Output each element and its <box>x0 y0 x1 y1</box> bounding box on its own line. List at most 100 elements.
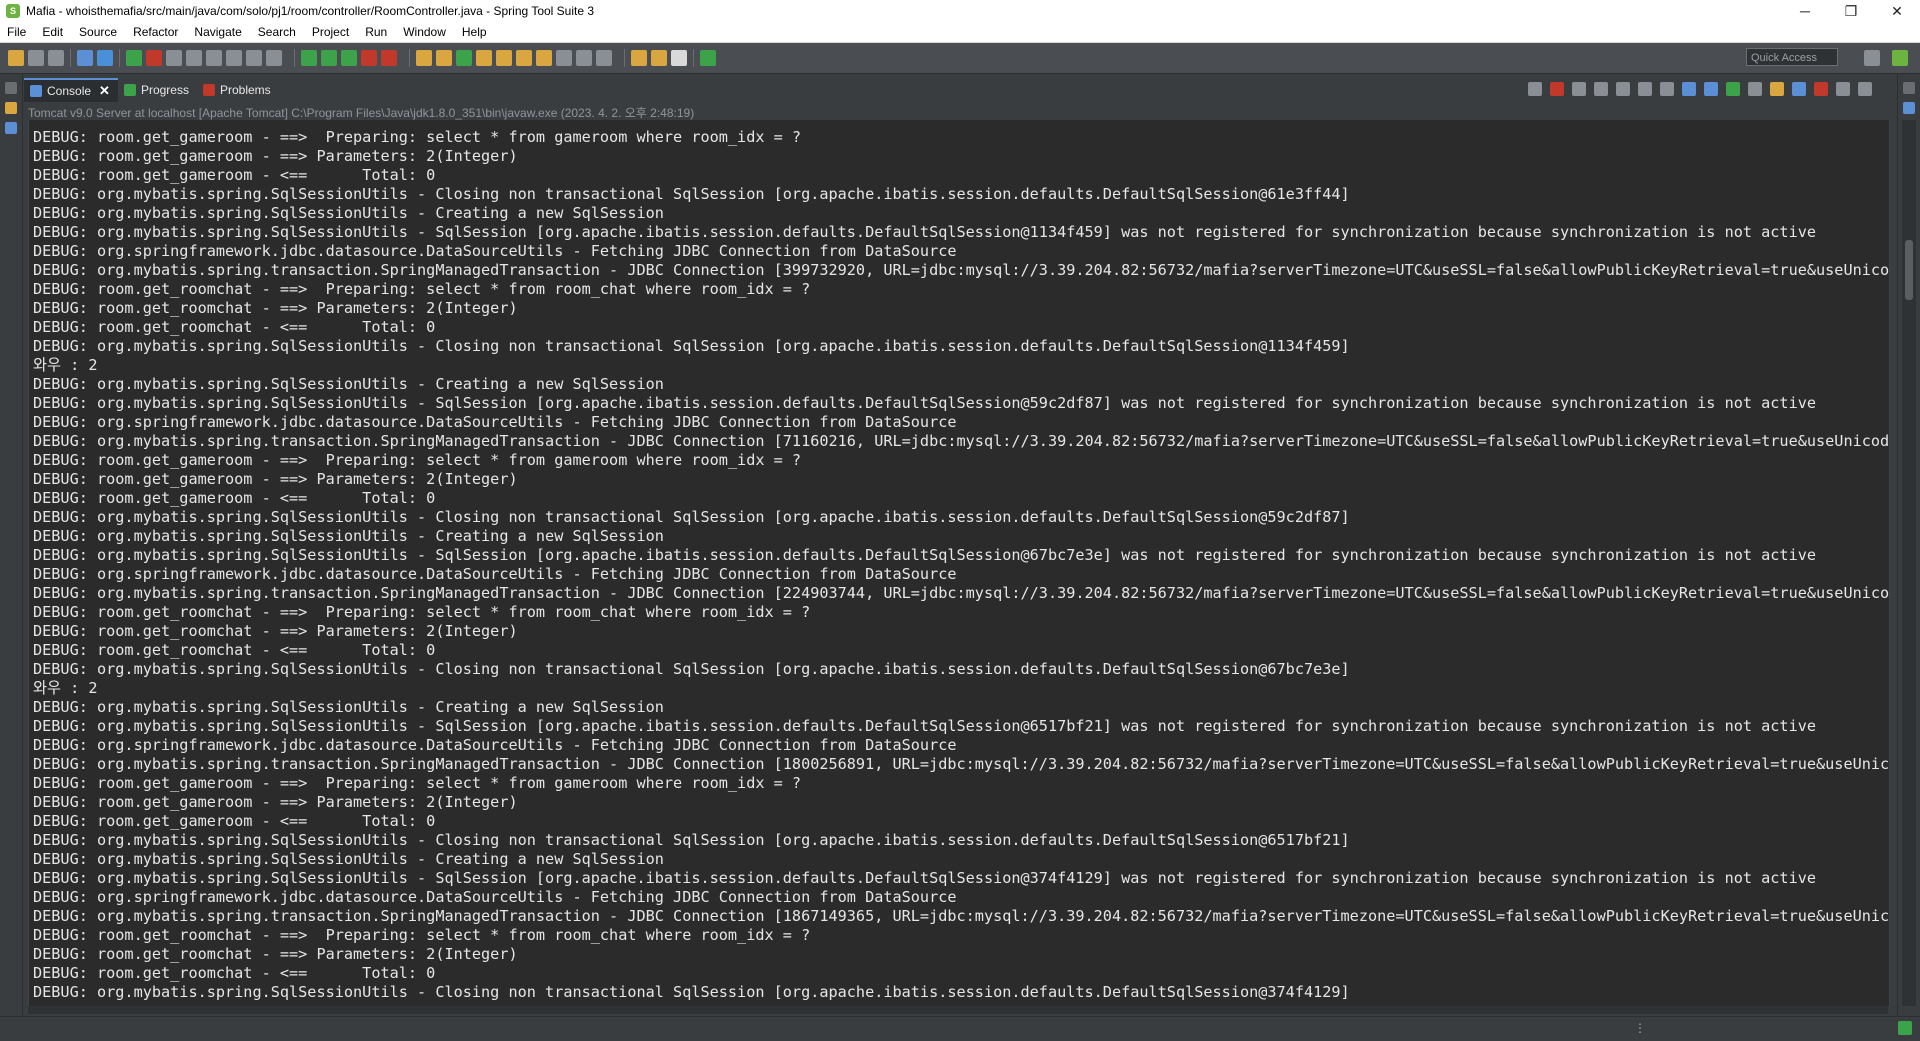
close-icon[interactable]: ✕ <box>99 83 110 99</box>
external-tools-icon[interactable] <box>361 50 377 66</box>
console-output[interactable]: DEBUG: room.get_gameroom - ==> Preparing… <box>28 120 1890 1006</box>
maximize-button[interactable]: ❐ <box>1828 0 1874 22</box>
stop-icon[interactable] <box>1814 82 1828 96</box>
open-type-icon[interactable] <box>476 50 492 66</box>
pin-editor-icon[interactable] <box>700 50 716 66</box>
debug-icon[interactable] <box>301 50 317 66</box>
last-edit-icon[interactable] <box>631 50 647 66</box>
restore-icon[interactable] <box>1903 82 1915 94</box>
new-class-icon[interactable] <box>456 50 472 66</box>
console-line: DEBUG: org.mybatis.spring.transaction.Sp… <box>33 907 1890 925</box>
restore-icon[interactable] <box>5 82 17 94</box>
tab-label: Console <box>47 84 92 98</box>
open-console-icon[interactable] <box>1770 82 1784 96</box>
maximize-view-icon[interactable] <box>1858 82 1872 96</box>
mark-occurrences-icon[interactable] <box>186 50 202 66</box>
open-task-icon[interactable] <box>496 50 512 66</box>
new-java-project-icon[interactable] <box>416 50 432 66</box>
console-line: DEBUG: org.mybatis.spring.SqlSessionUtil… <box>33 204 664 222</box>
open-console-icon[interactable] <box>77 50 93 66</box>
outline-icon[interactable] <box>1903 102 1915 114</box>
tab-console[interactable]: Console ✕ <box>24 78 118 102</box>
menu-run[interactable]: Run <box>357 25 395 39</box>
minimize-view-icon[interactable] <box>1836 82 1850 96</box>
word-wrap-icon[interactable] <box>226 50 242 66</box>
show-stdout-icon[interactable] <box>1682 82 1696 96</box>
console-line: DEBUG: room.get_gameroom - ==> Preparing… <box>33 128 802 146</box>
minimize-button[interactable]: ─ <box>1782 0 1828 22</box>
tab-progress[interactable]: Progress <box>118 79 197 101</box>
back-icon[interactable] <box>651 50 667 66</box>
spring-perspective-icon[interactable] <box>1892 50 1908 66</box>
show-stderr-icon[interactable] <box>1704 82 1718 96</box>
stop-icon[interactable] <box>381 50 397 66</box>
pin-console-icon[interactable] <box>1726 82 1740 96</box>
save-all-icon[interactable] <box>48 50 64 66</box>
new-icon[interactable] <box>8 50 24 66</box>
quick-access-input[interactable]: Quick Access <box>1746 48 1838 66</box>
menu-help[interactable]: Help <box>454 25 495 39</box>
toolbar-separator <box>409 49 410 67</box>
menu-edit[interactable]: Edit <box>34 25 71 39</box>
menu-navigate[interactable]: Navigate <box>186 25 249 39</box>
show-whitespace-icon[interactable] <box>246 50 262 66</box>
remove-launch-icon[interactable] <box>1572 82 1586 96</box>
console-line: DEBUG: org.mybatis.spring.SqlSessionUtil… <box>33 546 1817 564</box>
new-package-icon[interactable] <box>436 50 452 66</box>
skip-breakpoints-icon[interactable] <box>97 50 113 66</box>
menu-search[interactable]: Search <box>250 25 304 39</box>
prev-annotation-icon[interactable] <box>596 50 612 66</box>
console-line: DEBUG: room.get_gameroom - ==> Preparing… <box>33 451 802 469</box>
console-line: DEBUG: room.get_roomchat - ==> Parameter… <box>33 945 518 963</box>
console-line: DEBUG: org.mybatis.spring.SqlSessionUtil… <box>33 983 1350 1001</box>
console-line: DEBUG: org.mybatis.spring.SqlSessionUtil… <box>33 850 664 868</box>
console-line: DEBUG: org.mybatis.spring.SqlSessionUtil… <box>33 698 664 716</box>
save-icon[interactable] <box>28 50 44 66</box>
restart-icon[interactable] <box>1528 82 1542 96</box>
scroll-lock-icon[interactable] <box>1638 82 1652 96</box>
annotation-icon[interactable] <box>536 50 552 66</box>
close-button[interactable]: ✕ <box>1874 0 1920 22</box>
run-icon[interactable] <box>321 50 337 66</box>
terminate-icon[interactable] <box>1550 82 1564 96</box>
console-line: DEBUG: org.mybatis.spring.transaction.Sp… <box>33 755 1890 773</box>
console-vertical-scrollbar[interactable] <box>1902 120 1916 1006</box>
menu-refactor[interactable]: Refactor <box>125 25 186 39</box>
toggle-block-icon[interactable] <box>206 50 222 66</box>
remove-all-launches-icon[interactable] <box>1594 82 1608 96</box>
console-line: DEBUG: org.springframework.jdbc.datasour… <box>33 888 957 906</box>
word-wrap-icon[interactable] <box>1660 82 1674 96</box>
pilcrow-icon[interactable] <box>266 50 282 66</box>
forward-icon[interactable] <box>671 50 687 66</box>
stop-server-icon[interactable] <box>146 50 162 66</box>
heap-status-icon[interactable] <box>1898 1021 1912 1035</box>
window-title: Mafia - whoisthemafia/src/main/java/com/… <box>26 4 595 18</box>
package-explorer-icon[interactable] <box>5 102 17 114</box>
toggle-comment-icon[interactable] <box>166 50 182 66</box>
menu-file[interactable]: File <box>0 25 34 39</box>
menu-window[interactable]: Window <box>395 25 454 39</box>
tab-problems[interactable]: Problems <box>197 79 279 101</box>
main-toolbar: Quick Access <box>0 43 1920 74</box>
search-icon[interactable] <box>516 50 532 66</box>
console-line: DEBUG: org.mybatis.spring.SqlSessionUtil… <box>33 869 1817 887</box>
clear-console-icon[interactable] <box>1616 82 1630 96</box>
console-line: DEBUG: org.mybatis.spring.SqlSessionUtil… <box>33 660 1350 678</box>
scrollbar-thumb[interactable] <box>1905 240 1913 300</box>
progress-icon <box>123 84 136 96</box>
menu-source[interactable]: Source <box>71 25 125 39</box>
coverage-icon[interactable] <box>341 50 357 66</box>
console-line: DEBUG: org.springframework.jdbc.datasour… <box>33 242 957 260</box>
display-console-icon[interactable] <box>1748 82 1762 96</box>
next-annotation-icon[interactable] <box>576 50 592 66</box>
copy-icon[interactable] <box>1792 82 1806 96</box>
menu-project[interactable]: Project <box>304 25 357 39</box>
console-line: DEBUG: room.get_roomchat - <== Total: 0 <box>33 641 436 659</box>
start-server-icon[interactable] <box>126 50 142 66</box>
toolbar-separator <box>693 49 694 67</box>
boot-dashboard-icon[interactable] <box>5 122 17 134</box>
console-horizontal-scrollbar[interactable] <box>28 1006 1888 1014</box>
open-perspective-icon[interactable] <box>1864 50 1880 66</box>
globe-icon[interactable] <box>556 50 572 66</box>
spring-tool-suite-icon: S <box>6 4 20 18</box>
